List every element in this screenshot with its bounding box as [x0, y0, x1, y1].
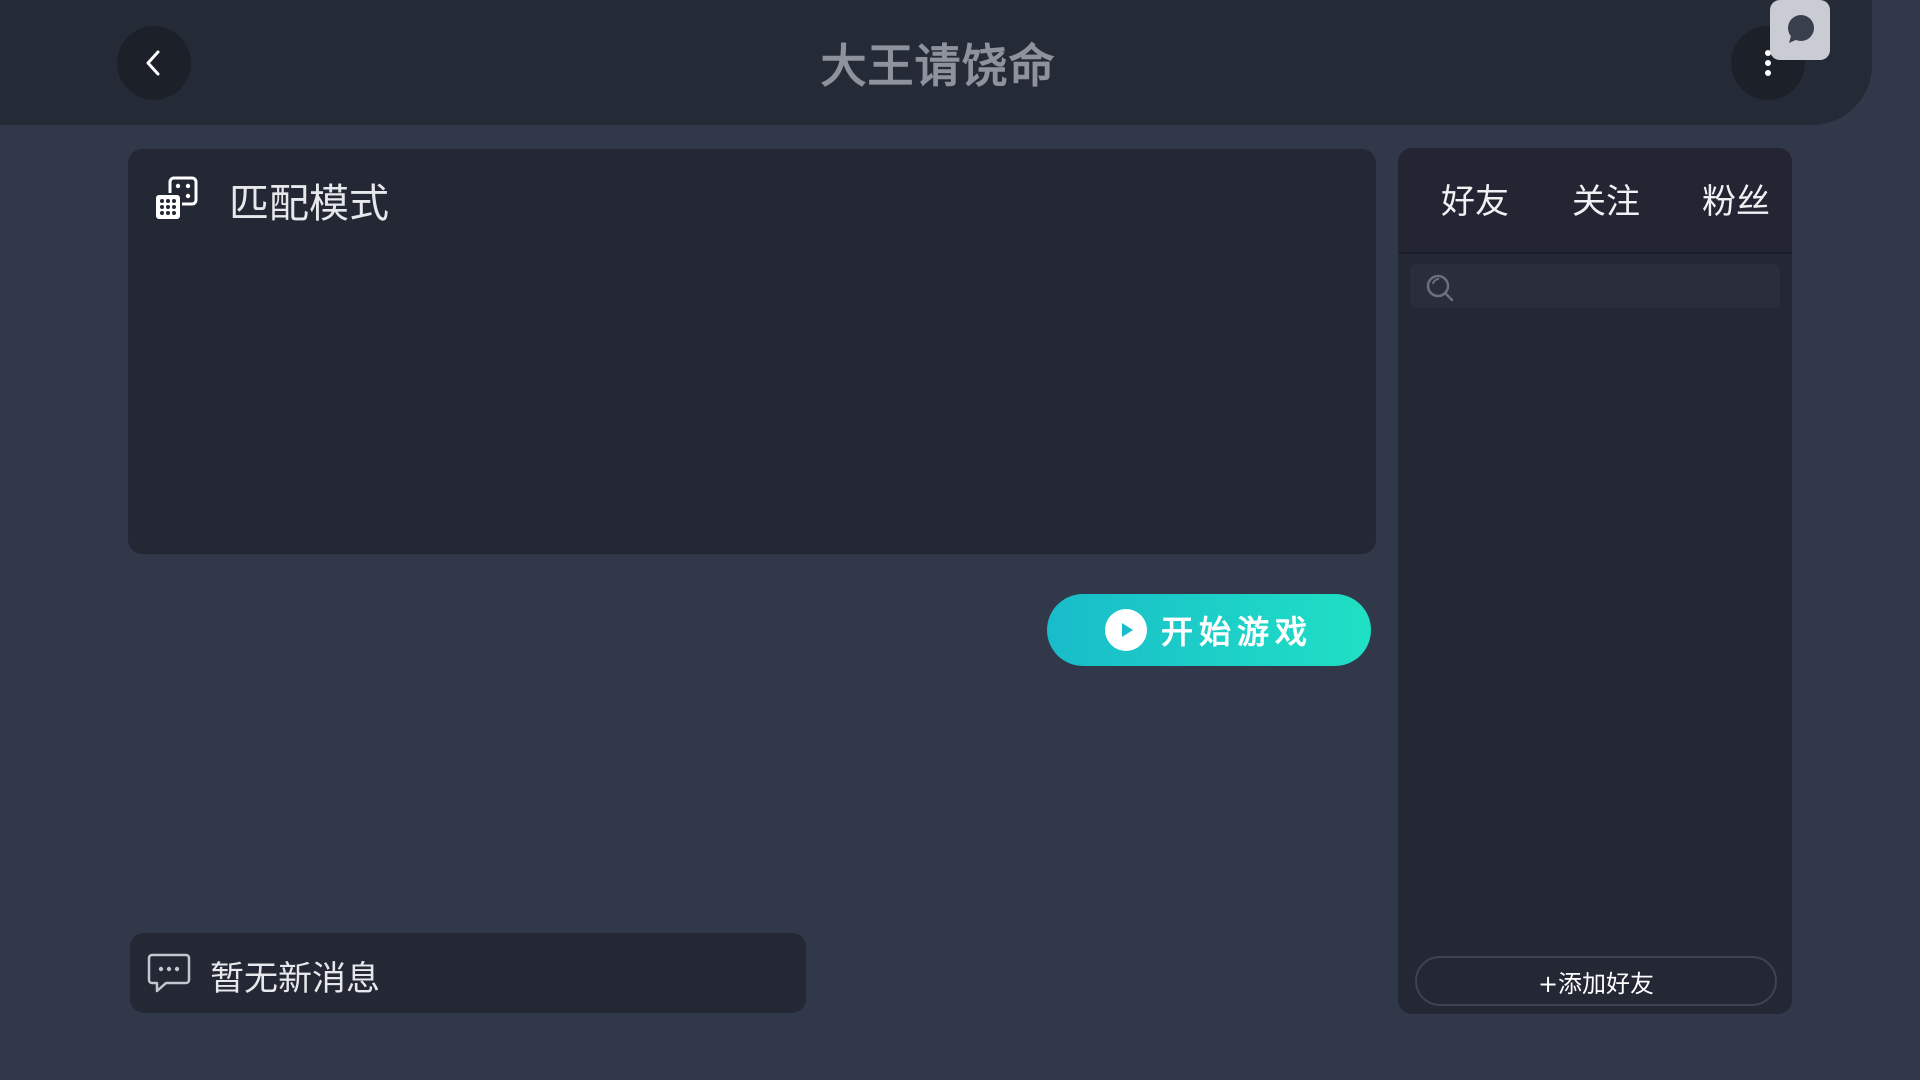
message-status-text: 暂无新消息 [210, 959, 380, 999]
dice-icon [154, 176, 198, 221]
friends-panel: 好友 关注 粉丝 +添加好友 [1398, 148, 1792, 1014]
start-game-label: 开始游戏 [1160, 613, 1313, 651]
friends-tabs: 好友 关注 粉丝 [1398, 148, 1792, 254]
page-title: 大王请饶命 [820, 39, 1056, 93]
tab-friends[interactable]: 好友 [1441, 174, 1509, 223]
top-bar: 大王请饶命 [0, 0, 1872, 125]
start-game-button[interactable]: 开始游戏 [1047, 594, 1371, 666]
chat-bubble-icon [1788, 15, 1814, 43]
chat-dots-icon [147, 953, 191, 993]
tab-following[interactable]: 关注 [1572, 174, 1640, 223]
add-friend-button[interactable]: +添加好友 [1415, 956, 1777, 1006]
chat-button[interactable] [1770, 0, 1830, 60]
friend-search-box[interactable] [1410, 264, 1780, 308]
message-bar[interactable]: 暂无新消息 [130, 933, 806, 1013]
match-mode-panel: 匹配模式 [128, 149, 1376, 554]
mode-label: 匹配模式 [229, 181, 389, 227]
play-circle-icon [1104, 609, 1147, 651]
friend-search-input[interactable] [1466, 270, 1770, 304]
tab-fans[interactable]: 粉丝 [1702, 174, 1770, 223]
search-icon [1426, 274, 1454, 302]
